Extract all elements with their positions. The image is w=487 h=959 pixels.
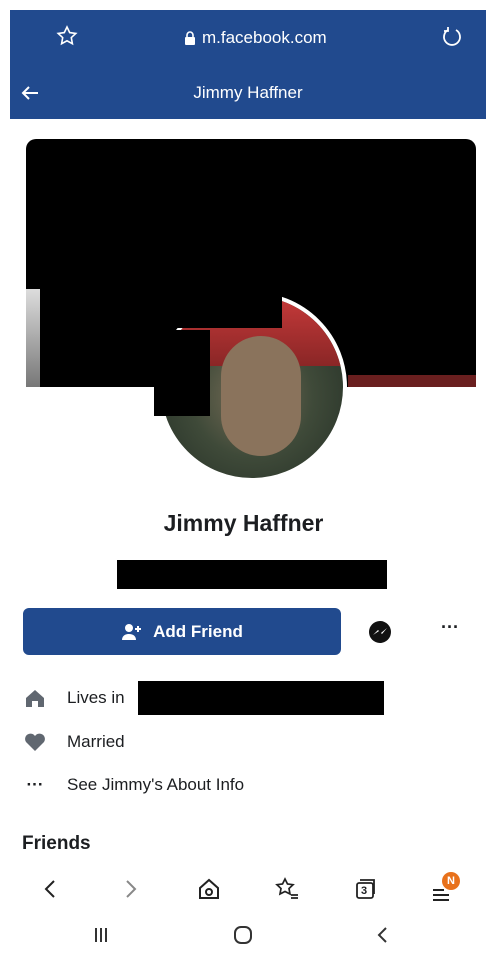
messenger-icon[interactable] <box>367 619 393 645</box>
profile-name: Jimmy Haffner <box>163 510 324 536</box>
redaction-block <box>158 290 282 328</box>
lives-in-label: Lives in <box>67 688 125 707</box>
relationship-label: Married <box>67 732 125 751</box>
info-lives-in: Lives in <box>23 683 125 713</box>
info-relationship: Married <box>23 727 125 757</box>
cover-edge <box>348 375 476 387</box>
browser-toolbar: 3 N <box>0 870 487 910</box>
home-button-icon[interactable] <box>230 923 256 947</box>
see-about-info-link[interactable]: ··· See Jimmy's About Info <box>23 770 245 800</box>
cover-edge <box>26 289 40 387</box>
tabs-button[interactable]: 3 <box>352 876 378 902</box>
tab-count: 3 <box>361 885 368 897</box>
friends-heading: Friends <box>22 833 91 854</box>
recent-apps-icon[interactable] <box>88 923 114 947</box>
add-friend-label: Add Friend <box>153 621 243 641</box>
bookmarks-icon[interactable] <box>274 876 300 902</box>
system-navigation <box>0 915 487 955</box>
redacted-subtitle <box>117 560 387 589</box>
system-back-icon[interactable] <box>370 923 396 947</box>
menu-button[interactable]: N <box>430 872 464 906</box>
notification-badge: N <box>442 872 460 890</box>
redacted-location <box>138 681 384 715</box>
reload-icon[interactable] <box>440 24 464 48</box>
url-text: m.facebook.com <box>202 28 327 47</box>
heart-icon <box>23 731 47 753</box>
lock-icon <box>185 31 195 45</box>
add-friend-icon <box>122 623 142 640</box>
forward-icon[interactable] <box>117 876 143 902</box>
more-icon: ··· <box>26 775 44 794</box>
about-info-label: See Jimmy's About Info <box>67 775 245 794</box>
avatar-detail <box>221 336 301 456</box>
add-friend-button[interactable]: Add Friend <box>23 608 341 655</box>
home-icon <box>23 687 47 709</box>
star-icon[interactable] <box>55 24 79 48</box>
home-icon[interactable] <box>196 876 222 902</box>
url-field[interactable]: m.facebook.com <box>184 28 327 48</box>
browser-url-bar: m.facebook.com <box>10 10 486 67</box>
back-icon[interactable] <box>38 876 64 902</box>
redaction-block <box>154 330 210 416</box>
page-title: Jimmy Haffner <box>193 83 303 102</box>
more-options-button[interactable]: ··· <box>433 616 467 646</box>
page-header: Jimmy Haffner <box>10 67 486 119</box>
